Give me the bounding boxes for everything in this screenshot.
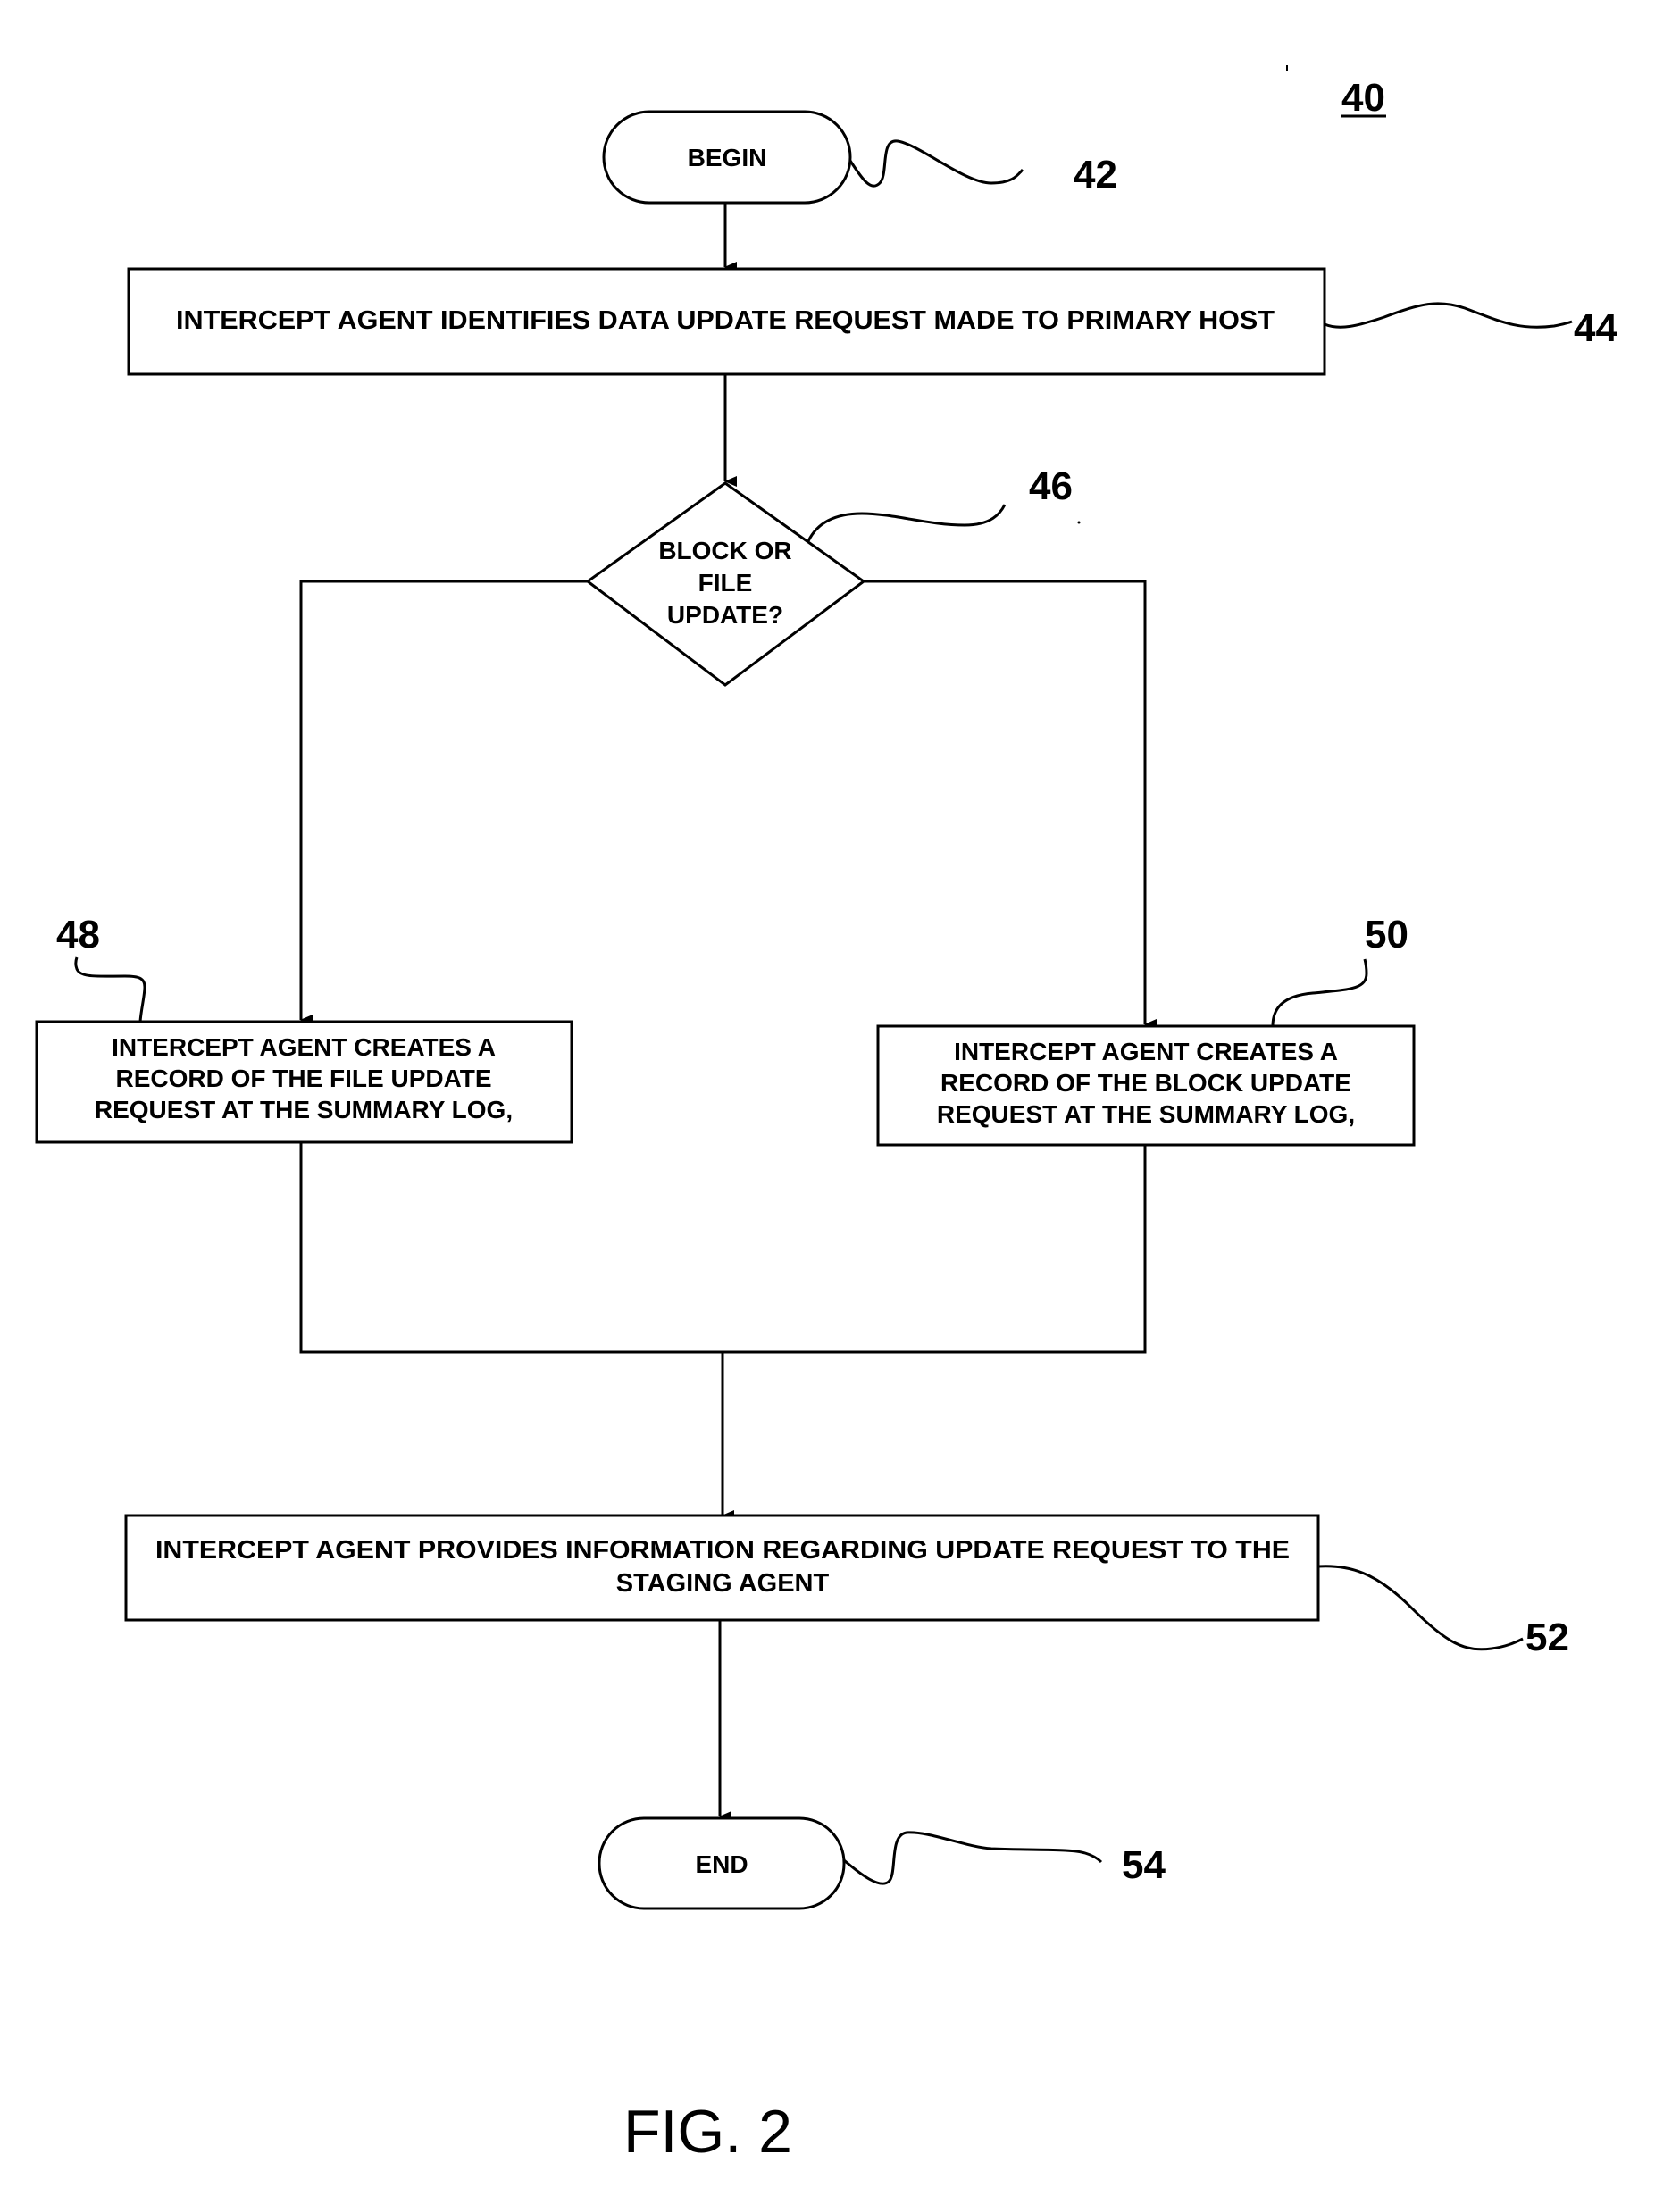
ref-label-54: 54 [1122,1843,1166,1887]
leader-54 [843,1831,1103,1885]
block-record-step: INTERCEPT AGENT CREATES A RECORD OF THE … [876,1024,1416,1147]
decision-node: BLOCK OR FILE UPDATE? [585,481,866,687]
provide-step-line-2: STAGING AGENT [616,1569,830,1598]
end-label: END [695,1850,748,1878]
connector-decision-to-file-record [299,580,588,1025]
figure-number: 40 [1341,76,1385,120]
ref-label-52: 52 [1525,1616,1569,1659]
file-record-line-1: INTERCEPT AGENT CREATES A [112,1033,496,1061]
ref-label-42: 42 [1074,153,1117,196]
end-node: END [598,1816,846,1910]
file-record-step: INTERCEPT AGENT CREATES A RECORD OF THE … [35,1020,573,1144]
leader-50 [1271,958,1368,1027]
figure-caption: FIG. 2 [623,2098,792,2166]
ref-label-50: 50 [1365,913,1408,956]
identify-step: INTERCEPT AGENT IDENTIFIES DATA UPDATE R… [127,267,1326,376]
file-record-line-3: REQUEST AT THE SUMMARY LOG, [95,1096,513,1123]
provide-step: INTERCEPT AGENT PROVIDES INFORMATION REG… [124,1514,1320,1622]
ref-label-44: 44 [1574,306,1617,350]
block-record-line-2: RECORD OF THE BLOCK UPDATE [940,1069,1351,1097]
identify-step-text: INTERCEPT AGENT IDENTIFIES DATA UPDATE R… [176,306,1275,335]
merge-connector [299,1142,1147,1354]
leader-46 [807,504,1007,542]
decision-line-3: UPDATE? [667,601,783,629]
decision-line-1: BLOCK OR [658,537,791,564]
leader-42 [848,139,1024,188]
block-record-line-1: INTERCEPT AGENT CREATES A [954,1038,1338,1065]
ref-label-48: 48 [56,913,100,956]
connector-decision-to-block-record [864,580,1157,1030]
begin-label: BEGIN [688,144,767,171]
begin-node: BEGIN [602,110,852,205]
decision-line-2: FILE [698,569,753,597]
ref-label-46: 46 [1029,464,1073,508]
leader-44 [1324,302,1573,329]
provide-step-line-1: INTERCEPT AGENT PROVIDES INFORMATION REG… [155,1536,1290,1565]
flowchart: 40 BEGIN 42 INTERCEPT AGENT IDENTIFIES D… [35,65,1617,2166]
leader-48 [74,956,146,1023]
provide-step-box [124,1514,1320,1622]
block-record-line-3: REQUEST AT THE SUMMARY LOG, [937,1100,1355,1128]
leader-52 [1317,1565,1524,1651]
scan-dot [1077,521,1081,524]
file-record-line-2: RECORD OF THE FILE UPDATE [115,1065,491,1092]
